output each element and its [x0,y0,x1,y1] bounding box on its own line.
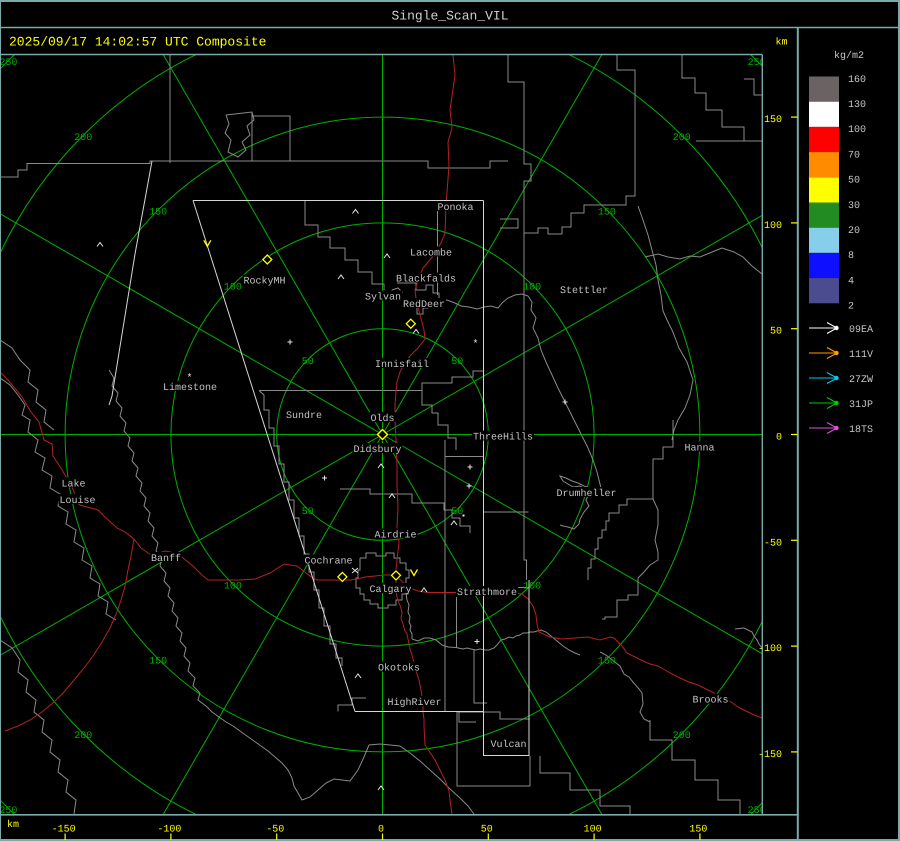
svg-text:100: 100 [764,221,782,232]
svg-text:Sundre: Sundre [286,410,322,422]
svg-text:Single_Scan_VIL: Single_Scan_VIL [391,9,508,24]
svg-text:-100: -100 [758,644,782,655]
svg-text:2025/09/17 14:02:57 UTC Compos: 2025/09/17 14:02:57 UTC Composite [9,35,266,50]
svg-text:kg/m2: kg/m2 [834,50,864,62]
svg-text:Innisfail: Innisfail [375,359,429,371]
svg-text:Brooks: Brooks [693,695,729,707]
svg-text:Olds: Olds [371,413,395,425]
svg-text:8: 8 [848,251,854,262]
svg-text:-100: -100 [157,825,181,836]
svg-text:-50: -50 [266,825,284,836]
svg-text:km: km [7,819,19,831]
svg-text:Didsbury: Didsbury [354,444,402,456]
svg-text:111V: 111V [849,350,873,361]
svg-text:Drumheller: Drumheller [557,488,617,500]
svg-text:50: 50 [451,507,463,518]
svg-text:Lacombe: Lacombe [410,248,452,260]
svg-text:*: * [472,339,478,351]
svg-text:250: 250 [0,58,17,69]
svg-text:200: 200 [74,731,92,742]
svg-text:150: 150 [689,825,707,836]
svg-text:2: 2 [848,302,854,313]
svg-text:HighRiver: HighRiver [388,697,442,709]
svg-text:Stettler: Stettler [560,285,608,297]
svg-text:160: 160 [848,75,866,86]
svg-text:RedDeer: RedDeer [403,299,445,311]
svg-text:100: 100 [224,582,242,593]
svg-text:Louise: Louise [60,495,96,507]
svg-text:50: 50 [770,327,782,338]
svg-text:50: 50 [302,357,314,368]
svg-text:50: 50 [848,176,860,187]
svg-text:50: 50 [481,825,493,836]
svg-text:Blackfalds: Blackfalds [396,274,456,286]
svg-text:100: 100 [523,582,541,593]
svg-text:150: 150 [598,208,616,219]
svg-text:-50: -50 [764,538,782,549]
svg-text:Lake: Lake [62,479,86,491]
svg-text:200: 200 [74,133,92,144]
svg-text:Okotoks: Okotoks [378,663,420,675]
svg-text:150: 150 [149,656,167,667]
svg-text:Calgary: Calgary [370,584,412,596]
svg-text:150: 150 [598,656,616,667]
svg-text:RockyMH: RockyMH [244,276,286,288]
svg-text:ThreeHills: ThreeHills [473,432,533,444]
svg-text:Strathmore: Strathmore [457,587,517,599]
svg-text:100: 100 [523,282,541,293]
svg-text:km: km [776,37,788,49]
svg-text:50: 50 [451,357,463,368]
svg-text:Sylvan: Sylvan [365,292,401,304]
svg-text:-150: -150 [758,750,782,761]
svg-text:Airdrie: Airdrie [375,530,417,542]
svg-text:0: 0 [378,825,384,836]
svg-text:20: 20 [848,226,860,237]
svg-text:18TS: 18TS [849,425,873,436]
svg-text:Hanna: Hanna [685,444,715,455]
svg-text:Vulcan: Vulcan [491,739,527,751]
svg-text:100: 100 [584,825,602,836]
svg-text:Ponoka: Ponoka [438,202,474,214]
svg-text:27ZW: 27ZW [849,375,873,386]
svg-text:4: 4 [848,276,854,287]
svg-text:30: 30 [848,201,860,212]
svg-text:100: 100 [224,282,242,293]
svg-text:Cochrane: Cochrane [305,556,353,568]
svg-text:-150: -150 [52,825,76,836]
svg-text:09EA: 09EA [849,325,873,336]
svg-text:200: 200 [673,731,691,742]
svg-text:100: 100 [848,125,866,136]
svg-text:31JP: 31JP [849,400,873,411]
svg-text:150: 150 [764,115,782,126]
svg-text:200: 200 [673,133,691,144]
svg-text:*: * [186,373,192,385]
svg-text:Banff: Banff [151,553,181,565]
svg-text:150: 150 [149,208,167,219]
svg-text:70: 70 [848,150,860,161]
svg-text:130: 130 [848,100,866,111]
svg-text:0: 0 [776,433,782,444]
svg-text:50: 50 [302,507,314,518]
